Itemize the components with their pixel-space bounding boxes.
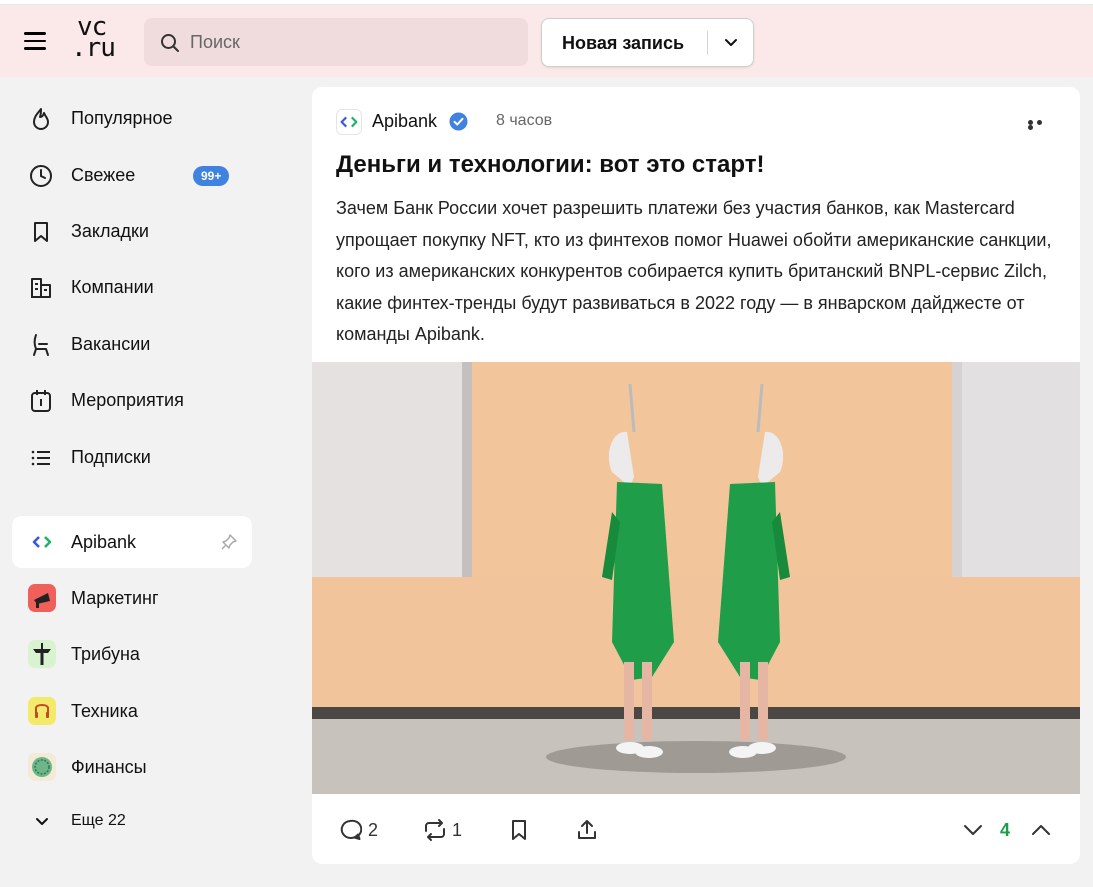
sidebar-item-subscriptions[interactable]: Подписки [12, 431, 252, 483]
sidebar-item-jobs[interactable]: Вакансии [12, 318, 252, 370]
buildings-icon [31, 278, 51, 298]
calendar-icon [31, 390, 51, 412]
headphones-icon [28, 697, 56, 725]
rating-count: 4 [1000, 820, 1011, 840]
sidebar-item-label: Вакансии [71, 334, 151, 354]
sidebar-sub-label: Apibank [71, 532, 137, 552]
flame-icon [33, 108, 49, 130]
sidebar-item-label: Свежее [71, 165, 136, 185]
bookmark-button[interactable] [507, 818, 531, 842]
sidebar-item-events[interactable]: Мероприятия [12, 374, 252, 426]
share-button[interactable] [575, 818, 599, 842]
sidebar-item-label: Компании [71, 277, 154, 297]
sidebar-sub-apibank[interactable]: Apibank [12, 516, 252, 568]
post-title[interactable]: Деньги и технологии: вот это старт! [336, 151, 1056, 179]
show-more-button[interactable]: Еще 22 [12, 802, 212, 842]
repost-count: 1 [452, 820, 463, 840]
upvote-button[interactable] [1029, 818, 1053, 842]
divider [707, 31, 708, 55]
list-icon [31, 450, 50, 466]
chevron-up-icon [1032, 825, 1050, 835]
sidebar-sub-label: Маркетинг [71, 588, 159, 608]
sidebar-item-label: Закладки [71, 221, 149, 241]
coin-icon [28, 753, 56, 781]
bookmark-icon [34, 222, 48, 242]
tribune-icon [28, 640, 56, 668]
sidebar-sub-tribune[interactable]: Трибуна [12, 628, 252, 680]
site-logo[interactable]: vc .ru [71, 14, 121, 63]
apibank-logo-icon [28, 528, 56, 556]
sidebar-item-label: Подписки [71, 447, 151, 467]
bookmark-icon [512, 820, 526, 840]
logo-line-2: .ru [71, 33, 116, 63]
menu-icon[interactable] [24, 32, 48, 52]
chair-icon [33, 334, 49, 356]
search-icon [161, 34, 179, 52]
comments-count: 2 [368, 820, 379, 840]
post-time: 8 часов [496, 112, 553, 129]
comments-button[interactable]: 2 [338, 818, 388, 842]
post-actions: 2 1 4 [312, 794, 1080, 864]
chevron-down-icon[interactable] [720, 32, 742, 54]
share-icon [578, 820, 596, 839]
search-box[interactable] [144, 18, 528, 66]
site-header: vc .ru Новая запись [0, 5, 1093, 77]
chevron-down-icon [36, 818, 48, 825]
downvote-button[interactable] [961, 818, 985, 842]
post-options-icon[interactable] [1028, 120, 1054, 130]
repost-icon [425, 819, 445, 841]
sidebar-sub-finance[interactable]: Финансы [12, 741, 252, 793]
sidebar-item-popular[interactable]: Популярное [12, 92, 252, 144]
sidebar-sub-label: Трибуна [71, 644, 140, 664]
apibank-logo-icon[interactable] [336, 109, 362, 135]
comment-icon [340, 819, 363, 840]
sidebar-sub-tech[interactable]: Техника [12, 685, 252, 737]
sidebar: Популярное Свежее 99+ Закладки Компании … [0, 77, 300, 887]
sidebar-item-bookmarks[interactable]: Закладки [12, 205, 252, 257]
chevron-down-icon [964, 825, 982, 835]
sidebar-item-label: Популярное [71, 108, 173, 128]
post-author[interactable]: Apibank [372, 111, 437, 132]
megaphone-icon [28, 584, 56, 612]
clock-icon [30, 165, 52, 187]
post-image[interactable] [312, 362, 1080, 794]
sidebar-sub-label: Финансы [71, 757, 147, 777]
show-more-label: Еще 22 [71, 812, 126, 829]
new-post-button[interactable]: Новая запись [562, 33, 684, 54]
new-post-group: Новая запись [541, 18, 754, 67]
sidebar-sub-label: Техника [71, 701, 138, 721]
sidebar-item-companies[interactable]: Компании [12, 261, 252, 313]
post-card: Apibank 8 часов Деньги и технологии: вот… [312, 87, 1080, 864]
search-input[interactable] [190, 18, 510, 66]
fresh-count-badge: 99+ [193, 166, 230, 186]
repost-button[interactable]: 1 [422, 818, 474, 842]
sidebar-sub-marketing[interactable]: Маркетинг [12, 572, 252, 624]
sidebar-item-label: Мероприятия [71, 390, 184, 410]
verified-icon [449, 112, 468, 131]
post-description: Зачем Банк России хочет разрешить платеж… [336, 198, 1052, 344]
pin-icon[interactable] [220, 533, 238, 551]
sidebar-item-fresh[interactable]: Свежее 99+ [12, 149, 252, 201]
